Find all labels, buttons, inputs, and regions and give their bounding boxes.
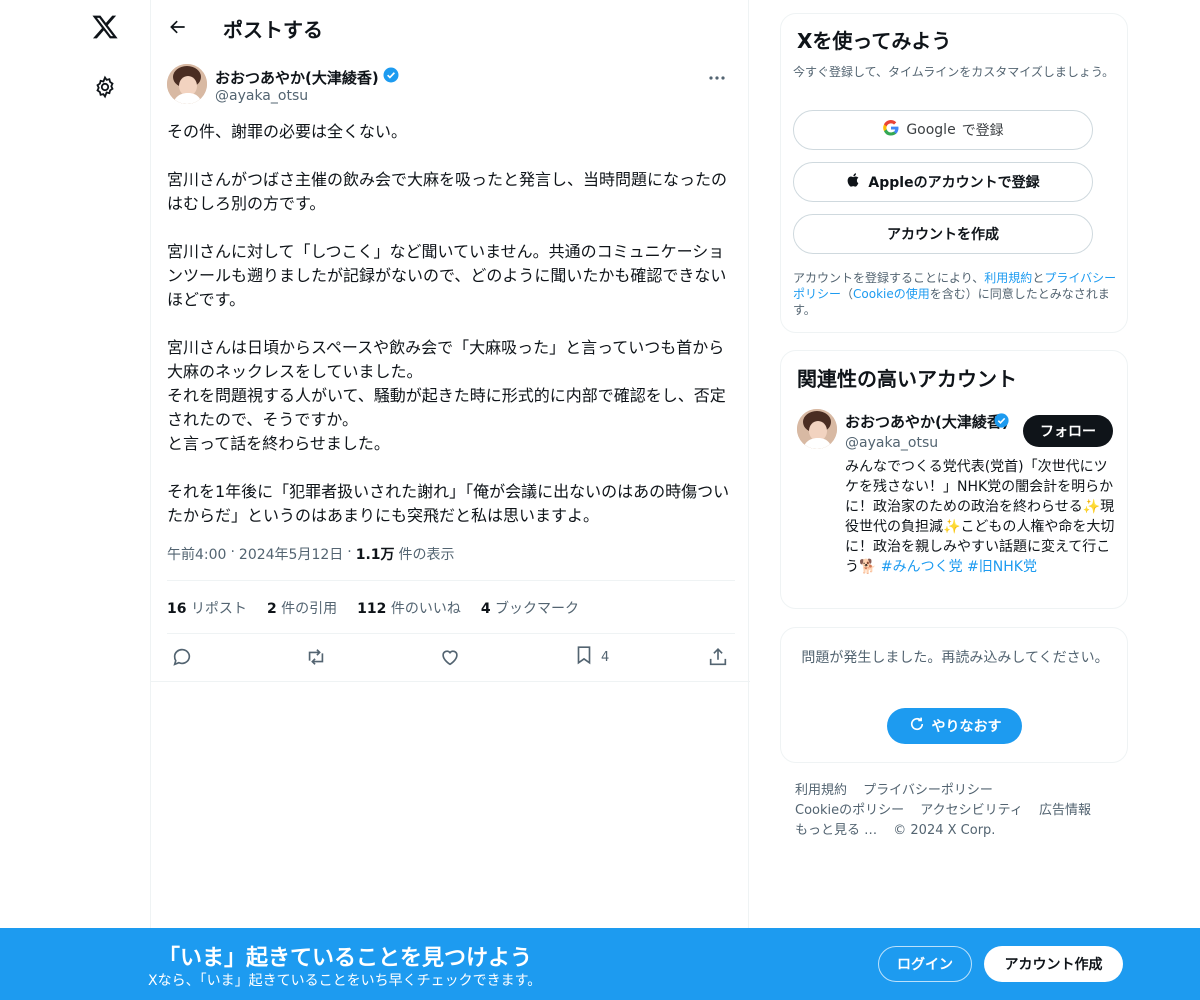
bookmark-button[interactable]: 4 <box>573 644 609 670</box>
sparkles-icon: ✨ <box>1082 499 1101 515</box>
top-bar: ポストする <box>151 0 750 53</box>
avatar[interactable] <box>167 64 207 104</box>
footer-privacy-link[interactable]: プライバシーポリシー <box>863 783 993 798</box>
banner-title: 「いま」起きていることを見つけよう <box>158 946 533 971</box>
author-handle[interactable]: @ayaka_otsu <box>215 88 308 104</box>
post-time[interactable]: 午前4:00 <box>167 544 226 564</box>
google-signup-button[interactable]: Google で登録 <box>793 110 1093 150</box>
refresh-icon <box>908 715 926 737</box>
error-card: 問題が発生しました。再読み込みしてください。 やりなおす <box>780 627 1128 763</box>
footer-copyright: © 2024 X Corp. <box>893 823 996 838</box>
dog-icon: 🐕 <box>859 559 877 575</box>
views-count: 1.1万 <box>355 547 395 563</box>
stat-reposts[interactable]: 16 リポスト <box>167 598 247 618</box>
gear-icon[interactable] <box>91 73 119 101</box>
post-meta: 午前4:00 · 2024年5月12日 · 1.1万 件の表示 <box>167 544 455 564</box>
sparkles-icon: ✨ <box>943 519 961 535</box>
meta-separator: · <box>347 544 352 560</box>
relevant-accounts-card: 関連性の高いアカウント おおつあやか(大津綾香) @ayaka_otsu フォロ… <box>780 350 1128 609</box>
more-options-icon[interactable] <box>705 68 729 88</box>
create-account-label: アカウントを作成 <box>887 227 999 243</box>
relevant-account-bio: みんなでつくる党代表(党首)「次世代にツケを残さない！」NHK党の闇会計を明らか… <box>845 457 1115 577</box>
signup-card-title: Xを使ってみよう <box>797 29 952 53</box>
bookmark-count: 4 <box>601 649 610 665</box>
repost-icon[interactable] <box>305 644 327 670</box>
apple-signup-button[interactable]: Appleのアカウントで登録 <box>793 162 1093 202</box>
bookmark-icon <box>573 644 595 670</box>
post-author: おおつあやか(大津綾香) @ayaka_otsu <box>167 64 733 108</box>
divider <box>167 580 735 581</box>
apple-icon <box>846 171 862 193</box>
left-rail <box>0 0 150 1000</box>
x-logo-icon[interactable] <box>88 10 122 44</box>
like-icon[interactable] <box>439 644 461 670</box>
relevant-account-name-row: おおつあやか(大津綾香) <box>845 411 1011 432</box>
bio-text: みんなでつくる党代表(党首)「次世代にツケを残さない！」NHK党の闇会計を明らか… <box>845 459 1114 515</box>
legal-and: と <box>1032 271 1045 285</box>
cookie-link[interactable]: Cookieの使用 <box>853 287 930 301</box>
terms-link[interactable]: 利用規約 <box>984 271 1032 285</box>
google-signup-suffix: で登録 <box>961 123 1004 139</box>
hashtag-link[interactable]: #みんつく党 #旧NHK党 <box>881 559 1037 575</box>
back-arrow-icon[interactable] <box>165 14 191 40</box>
banner-subtitle: Xなら、「いま」起きていることをいち早くチェックできます。 <box>148 973 542 989</box>
divider <box>151 681 750 682</box>
stat-likes[interactable]: 112 件のいいね <box>357 598 461 618</box>
retry-button[interactable]: やりなおす <box>887 708 1022 744</box>
author-name-row: おおつあやか(大津綾香) <box>215 66 400 88</box>
post-text: その件、謝罪の必要は全くない。 宮川さんがつばさ主催の飲み会で大麻を吸ったと発言… <box>167 122 730 525</box>
banner-signup-button[interactable]: アカウント作成 <box>984 946 1123 982</box>
views-label: 件の表示 <box>398 547 455 563</box>
google-signup-label: Google <box>906 122 956 138</box>
stat-quotes[interactable]: 2 件の引用 <box>267 598 337 618</box>
retry-label: やりなおす <box>931 719 1002 735</box>
login-button[interactable]: ログイン <box>878 946 972 982</box>
legal-prefix: アカウントを登録することにより、 <box>793 271 985 285</box>
follow-button[interactable]: フォロー <box>1023 415 1113 447</box>
legal-open-paren: （ <box>841 287 854 301</box>
post-date[interactable]: 2024年5月12日 <box>239 544 343 564</box>
post-stats: 16 リポスト 2 件の引用 112 件のいいね 4 ブックマーク <box>167 598 579 618</box>
page-title: ポストする <box>223 18 323 42</box>
footer-more-link[interactable]: もっと見る … <box>795 823 877 838</box>
author-name[interactable]: おおつあやか(大津綾香) <box>215 67 379 88</box>
apple-signup-label: Appleのアカウントで登録 <box>868 175 1040 191</box>
stat-bookmarks[interactable]: 4 ブックマーク <box>481 598 579 618</box>
create-account-button[interactable]: アカウントを作成 <box>793 214 1093 254</box>
signup-banner: 「いま」起きていることを見つけよう Xなら、「いま」起きていることをいち早くチェ… <box>0 928 1200 1000</box>
relevant-account-handle[interactable]: @ayaka_otsu <box>845 435 938 451</box>
footer-terms-link[interactable]: 利用規約 <box>795 783 847 798</box>
footer-ads-link[interactable]: 広告情報 <box>1039 803 1091 818</box>
signup-card-subtitle: 今すぐ登録して、タイムラインをカスタマイズしましょう。 <box>793 65 1115 79</box>
signup-legal-text: アカウントを登録することにより、利用規約とプライバシーポリシー（Cookieの使… <box>793 270 1117 318</box>
post-actions: 4 <box>167 644 735 670</box>
avatar[interactable] <box>797 409 837 449</box>
google-icon <box>882 119 900 141</box>
main-column: ポストする おおつあやか(大津綾香) @ayaka_otsu その件、謝罪の必要… <box>150 0 750 1000</box>
relevant-account-name[interactable]: おおつあやか(大津綾香) <box>845 411 1009 432</box>
reply-icon[interactable] <box>171 644 193 670</box>
meta-separator: · <box>230 544 235 560</box>
verified-badge-icon <box>993 412 1010 433</box>
verified-badge-icon <box>382 66 400 88</box>
sidebar-footer: 利用規約 プライバシーポリシー Cookieのポリシー アクセシビリティ 広告情… <box>795 781 1115 841</box>
error-message: 問題が発生しました。再読み込みしてください。 <box>801 650 1109 666</box>
footer-accessibility-link[interactable]: アクセシビリティ <box>920 803 1023 818</box>
footer-cookie-link[interactable]: Cookieのポリシー <box>795 803 904 818</box>
signup-card: Xを使ってみよう 今すぐ登録して、タイムラインをカスタマイズしましょう。 Goo… <box>780 13 1128 333</box>
relevant-accounts-title: 関連性の高いアカウント <box>797 367 1017 391</box>
divider <box>167 633 735 634</box>
share-icon[interactable] <box>707 644 729 670</box>
